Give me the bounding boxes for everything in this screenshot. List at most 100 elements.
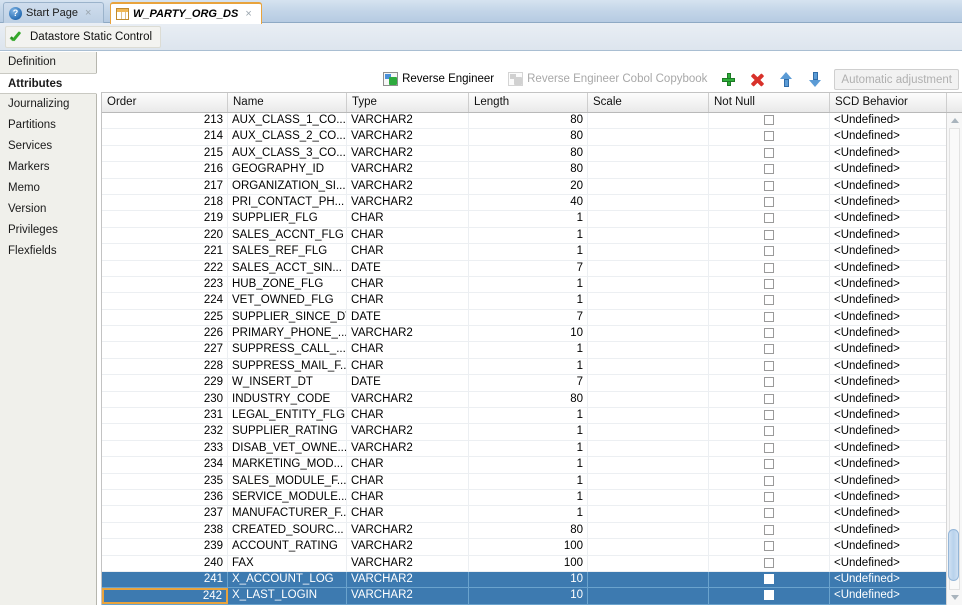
cell-type[interactable]: VARCHAR2 [347,555,469,571]
cell-type[interactable]: VARCHAR2 [347,440,469,457]
not-null-checkbox[interactable] [764,213,774,224]
cell-scd-behavior[interactable]: <Undefined> [830,260,947,276]
cell-type[interactable]: CHAR [347,506,469,522]
not-null-checkbox[interactable] [764,328,774,339]
table-row[interactable]: 214 AUX_CLASS_2_CO... VARCHAR2 80 <Undefined… [102,129,962,146]
table-row[interactable]: 221 SALES_REF_FLG CHAR 1 <Undefined> [102,244,962,261]
sidebar-item-flexfields[interactable]: Flexfields [0,241,96,262]
cell-order[interactable]: 230 [102,391,228,408]
cell-scale[interactable] [588,276,709,293]
sidebar-item-definition[interactable]: Definition [0,52,96,73]
cell-name[interactable]: SALES_ACCNT_FLG [228,227,347,244]
table-row[interactable]: 235 SALES_MODULE_F... CHAR 1 <Undefined> [102,473,962,490]
cell-length[interactable]: 80 [469,145,588,162]
not-null-checkbox[interactable] [764,508,774,519]
cell-scale[interactable] [588,145,709,162]
cell-not-null[interactable] [709,227,830,244]
cell-length[interactable]: 1 [469,489,588,506]
column-header-length[interactable]: Length [469,93,588,112]
cell-order[interactable]: 233 [102,440,228,457]
close-icon[interactable]: × [245,8,251,20]
cell-scd-behavior[interactable]: <Undefined> [830,309,947,326]
cell-order[interactable]: 223 [102,276,228,293]
cell-length[interactable]: 80 [469,129,588,145]
table-row[interactable]: 240 FAX VARCHAR2 100 <Undefined> [102,555,962,572]
cell-length[interactable]: 20 [469,178,588,194]
cell-length[interactable]: 40 [469,194,588,211]
cell-order[interactable]: 229 [102,375,228,391]
column-header-scd-behavior[interactable]: SCD Behavior [830,93,947,112]
cell-order[interactable]: 232 [102,424,228,440]
cell-name[interactable]: LEGAL_ENTITY_FLG [228,408,347,424]
table-row[interactable]: 224 VET_OWNED_FLG CHAR 1 <Undefined> [102,293,962,310]
cell-type[interactable]: CHAR [347,227,469,244]
cell-scd-behavior[interactable]: <Undefined> [830,408,947,424]
not-null-checkbox[interactable] [764,180,774,191]
cell-scale[interactable] [588,194,709,211]
not-null-checkbox[interactable] [764,360,774,371]
cell-not-null[interactable] [709,457,830,473]
cell-scd-behavior[interactable]: <Undefined> [830,358,947,375]
cell-length[interactable]: 80 [469,162,588,178]
cell-order[interactable]: 240 [102,555,228,571]
cell-scd-behavior[interactable]: <Undefined> [830,539,947,555]
not-null-checkbox[interactable] [764,475,774,486]
cell-scale[interactable] [588,522,709,539]
cell-length[interactable]: 1 [469,244,588,260]
table-row[interactable]: 238 CREATED_SOURC... VARCHAR2 80 <Undefined> [102,522,962,540]
cell-order[interactable]: 218 [102,194,228,211]
sidebar-item-privileges[interactable]: Privileges [0,220,96,241]
cell-name[interactable]: SUPPRESS_MAIL_F... [228,358,347,375]
cell-type[interactable]: VARCHAR2 [347,145,469,162]
cell-not-null[interactable] [709,145,830,162]
delete-attribute-button[interactable] [743,68,772,90]
cell-order[interactable]: 213 [102,113,228,129]
cell-length[interactable]: 1 [469,408,588,424]
cell-not-null[interactable] [709,489,830,506]
cell-name[interactable]: SUPPLIER_RATING [228,424,347,440]
cell-type[interactable]: VARCHAR2 [347,113,469,129]
cell-length[interactable]: 1 [469,276,588,293]
cell-scale[interactable] [588,440,709,457]
cell-name[interactable]: ACCOUNT_RATING [228,539,347,555]
cell-type[interactable]: CHAR [347,489,469,506]
cell-scd-behavior[interactable]: <Undefined> [830,145,947,162]
cell-scd-behavior[interactable]: <Undefined> [830,326,947,342]
cell-name[interactable]: X_LAST_LOGIN [228,588,347,604]
tab-start-page[interactable]: ? Start Page × [3,2,104,23]
cell-order[interactable]: 228 [102,358,228,375]
cell-order[interactable]: 242 [102,588,228,604]
cell-length[interactable]: 1 [469,227,588,244]
cell-scale[interactable] [588,162,709,178]
cell-type[interactable]: CHAR [347,457,469,473]
cell-type[interactable]: CHAR [347,293,469,309]
cell-scale[interactable] [588,227,709,244]
cell-order[interactable]: 214 [102,129,228,145]
cell-not-null[interactable] [709,129,830,145]
scroll-down-arrow-icon[interactable] [947,590,962,605]
not-null-checkbox[interactable] [764,541,774,552]
cell-not-null[interactable] [709,522,830,539]
not-null-checkbox[interactable] [764,426,774,437]
cell-not-null[interactable] [709,309,830,326]
cell-scd-behavior[interactable]: <Undefined> [830,211,947,227]
cell-length[interactable]: 1 [469,342,588,358]
table-row[interactable]: 213 AUX_CLASS_1_CO... VARCHAR2 80 <Undefined… [102,113,962,130]
cell-scale[interactable] [588,113,709,129]
cell-scale[interactable] [588,489,709,506]
cell-length[interactable]: 10 [469,326,588,342]
not-null-checkbox[interactable] [764,344,774,355]
cell-length[interactable]: 80 [469,522,588,539]
cell-name[interactable]: PRIMARY_PHONE_... [228,326,347,342]
sidebar-item-markers[interactable]: Markers [0,157,96,178]
not-null-checkbox[interactable] [764,147,774,158]
cell-order[interactable]: 237 [102,506,228,522]
not-null-checkbox[interactable] [764,524,774,535]
cell-scd-behavior[interactable]: <Undefined> [830,194,947,211]
table-row[interactable]: 217 ORGANIZATION_SI... VARCHAR2 20 <Undefine… [102,178,962,195]
cell-scd-behavior[interactable]: <Undefined> [830,424,947,440]
sidebar-item-attributes[interactable]: Attributes [0,73,97,94]
cell-not-null[interactable] [709,424,830,440]
cell-scd-behavior[interactable]: <Undefined> [830,293,947,309]
cell-length[interactable]: 10 [469,588,588,604]
